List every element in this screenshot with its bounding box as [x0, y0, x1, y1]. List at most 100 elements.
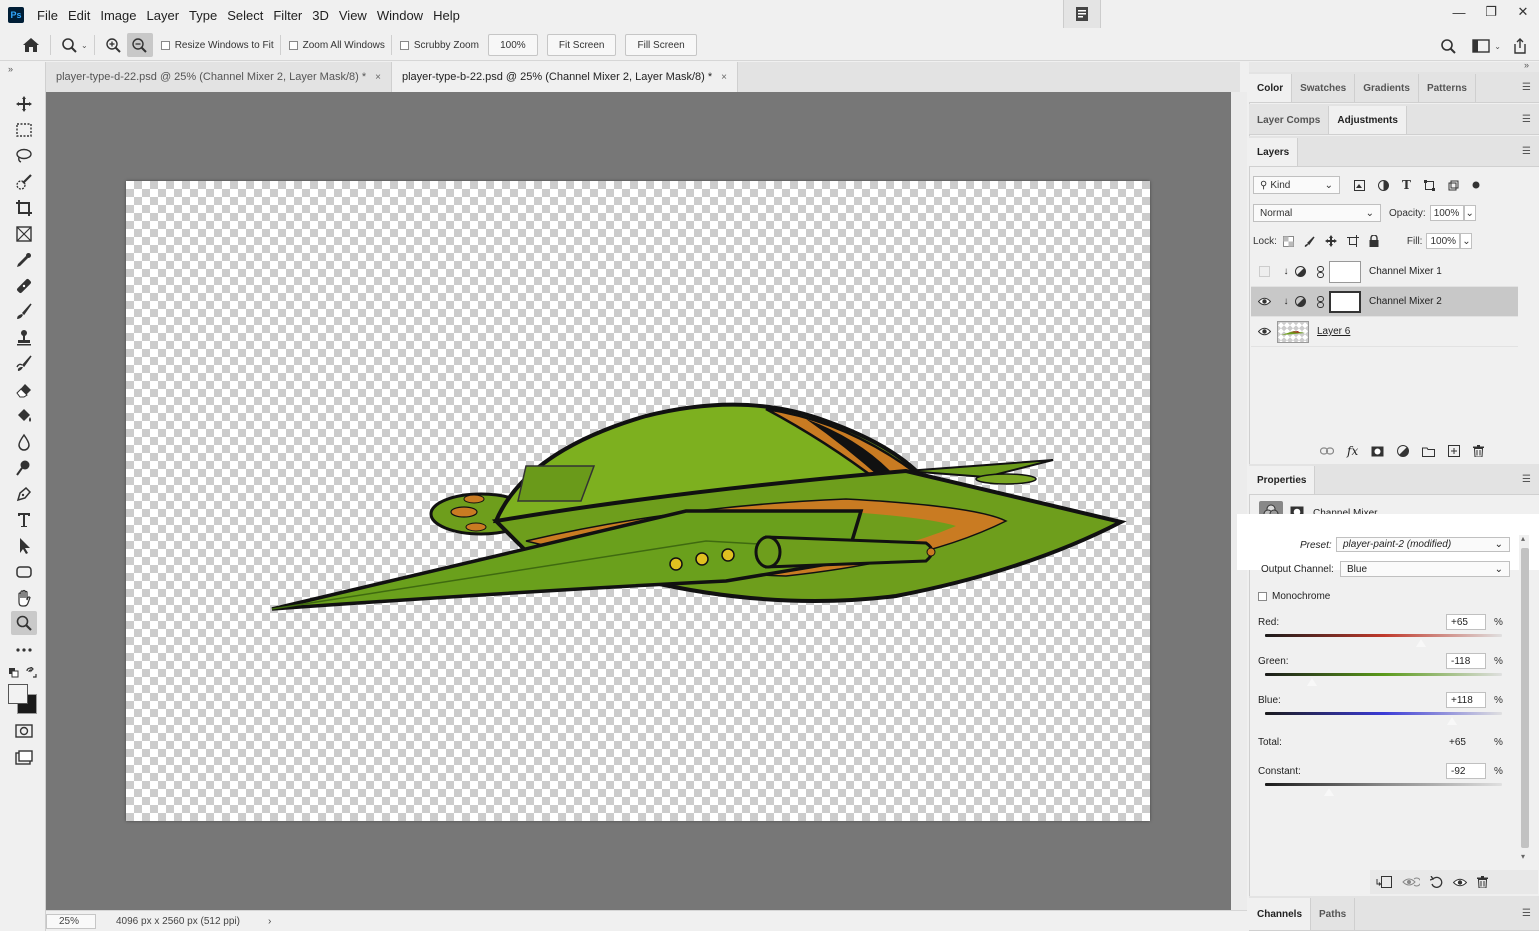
- foreground-color-swatch[interactable]: [8, 684, 28, 704]
- document-icon[interactable]: [1063, 0, 1101, 28]
- new-group-icon[interactable]: [1422, 446, 1436, 457]
- marquee-tool-icon[interactable]: [11, 118, 37, 142]
- panel-menu-icon[interactable]: ☰: [1522, 114, 1531, 125]
- checkbox-box[interactable]: [288, 40, 298, 50]
- shape-layer-filter-icon[interactable]: [1423, 179, 1435, 191]
- scrubby-zoom-checkbox[interactable]: Scrubby Zoom: [399, 40, 479, 51]
- fit-screen-button[interactable]: Fit Screen: [546, 34, 617, 56]
- layer-row-layer-6[interactable]: Layer 6: [1251, 317, 1518, 347]
- panel-menu-icon[interactable]: ☰: [1522, 82, 1531, 93]
- mask-link-icon[interactable]: [1317, 295, 1329, 308]
- lock-all-icon[interactable]: [1369, 235, 1379, 247]
- paint-bucket-tool-icon[interactable]: [11, 404, 37, 428]
- menu-filter[interactable]: Filter: [268, 8, 307, 23]
- pen-tool-icon[interactable]: [11, 482, 37, 506]
- clone-stamp-tool-icon[interactable]: [11, 326, 37, 350]
- fill-screen-button[interactable]: Fill Screen: [625, 34, 697, 56]
- mask-link-icon[interactable]: [1317, 265, 1329, 278]
- red-slider-thumb[interactable]: [1415, 638, 1428, 648]
- scroll-down-icon[interactable]: ▾: [1521, 852, 1525, 861]
- menu-window[interactable]: Window: [372, 8, 428, 23]
- tab-color[interactable]: Color: [1249, 74, 1293, 102]
- delete-layer-icon[interactable]: [1473, 445, 1485, 457]
- status-menu-arrow[interactable]: ›: [268, 916, 271, 927]
- tab-patterns[interactable]: Patterns: [1419, 74, 1476, 102]
- resize-windows-checkbox[interactable]: Resize Windows to Fit: [160, 40, 274, 51]
- green-slider-track[interactable]: [1265, 673, 1502, 676]
- clip-to-layer-icon[interactable]: [1376, 876, 1392, 888]
- pixel-layer-filter-icon[interactable]: [1354, 179, 1365, 191]
- fill-input[interactable]: 100%: [1426, 233, 1461, 249]
- blend-mode-dropdown[interactable]: Normal ⌄: [1253, 204, 1381, 222]
- search-icon[interactable]: [1436, 34, 1462, 58]
- reset-icon[interactable]: [1430, 876, 1443, 888]
- chevron-down-icon[interactable]: ⌄: [81, 41, 88, 50]
- new-adjustment-layer-icon[interactable]: [1397, 445, 1410, 457]
- chevron-down-icon[interactable]: ⌄: [1494, 42, 1501, 51]
- panel-menu-icon[interactable]: ☰: [1522, 908, 1531, 919]
- layer-mask-thumbnail[interactable]: [1329, 260, 1361, 283]
- lock-artboard-icon[interactable]: [1346, 235, 1359, 247]
- workspace-icon[interactable]: [1468, 34, 1494, 58]
- opacity-input[interactable]: 100%: [1429, 205, 1464, 221]
- green-slider-thumb[interactable]: [1306, 677, 1319, 687]
- tab-channels[interactable]: Channels: [1249, 898, 1312, 930]
- link-layers-icon[interactable]: [1320, 447, 1334, 455]
- tab-gradients[interactable]: Gradients: [1355, 74, 1419, 102]
- eye-icon[interactable]: [1251, 297, 1277, 306]
- lasso-tool-icon[interactable]: [11, 144, 37, 168]
- tab-swatches[interactable]: Swatches: [1292, 74, 1356, 102]
- healing-brush-tool-icon[interactable]: [11, 274, 37, 298]
- visibility-toggle-off[interactable]: [1251, 266, 1277, 277]
- zoom-in-icon[interactable]: [101, 33, 127, 57]
- quick-selection-tool-icon[interactable]: [11, 170, 37, 194]
- more-tools-icon[interactable]: [11, 638, 37, 662]
- filter-kind-dropdown[interactable]: ⚲ Kind ⌄: [1253, 176, 1340, 194]
- lock-pixels-icon[interactable]: [1304, 236, 1315, 247]
- tab-adjustments[interactable]: Adjustments: [1329, 106, 1407, 134]
- layer-row-channel-mixer-1[interactable]: ↓ Channel Mixer 1: [1251, 257, 1518, 287]
- properties-scrollbar-thumb[interactable]: [1521, 548, 1529, 848]
- menu-3d[interactable]: 3D: [307, 8, 334, 23]
- scroll-up-icon[interactable]: ▴: [1521, 534, 1525, 543]
- hand-tool-icon[interactable]: [11, 586, 37, 610]
- blue-slider-track[interactable]: [1265, 712, 1502, 715]
- red-slider-track[interactable]: [1265, 634, 1502, 637]
- menu-type[interactable]: Type: [184, 8, 222, 23]
- menu-layer[interactable]: Layer: [142, 8, 185, 23]
- menu-select[interactable]: Select: [222, 8, 268, 23]
- view-previous-state-icon[interactable]: [1402, 877, 1420, 887]
- toggle-visibility-icon[interactable]: [1453, 878, 1467, 887]
- green-value-input[interactable]: -118: [1446, 653, 1486, 669]
- minimize-button[interactable]: —: [1443, 0, 1475, 24]
- panel-collapse-strip[interactable]: »: [1249, 60, 1539, 72]
- document-canvas[interactable]: [126, 181, 1150, 821]
- tab-player-type-b[interactable]: player-type-b-22.psd @ 25% (Channel Mixe…: [391, 62, 738, 92]
- close-icon[interactable]: ×: [375, 72, 381, 83]
- menu-help[interactable]: Help: [428, 8, 465, 23]
- tab-player-type-d[interactable]: player-type-d-22.psd @ 25% (Channel Mixe…: [46, 62, 392, 92]
- constant-slider-thumb[interactable]: [1322, 787, 1335, 797]
- chevron-down-icon[interactable]: ⌄: [1460, 233, 1473, 249]
- blue-value-input[interactable]: +118: [1446, 692, 1486, 708]
- layer-mask-thumbnail[interactable]: [1329, 290, 1361, 313]
- preset-dropdown[interactable]: player-paint-2 (modified) ⌄: [1336, 537, 1510, 552]
- screen-mode-icon[interactable]: [11, 746, 37, 770]
- panel-menu-icon[interactable]: ☰: [1522, 146, 1531, 157]
- rectangle-tool-icon[interactable]: [11, 560, 37, 584]
- checkbox-box[interactable]: [160, 40, 170, 50]
- restore-button[interactable]: ❐: [1475, 0, 1507, 24]
- tab-paths[interactable]: Paths: [1311, 898, 1356, 930]
- history-brush-tool-icon[interactable]: [11, 352, 37, 376]
- frame-tool-icon[interactable]: [11, 222, 37, 246]
- eye-icon[interactable]: [1251, 327, 1277, 336]
- blur-tool-icon[interactable]: [11, 430, 37, 454]
- smart-object-filter-icon[interactable]: [1448, 180, 1459, 191]
- collapse-arrows-icon[interactable]: »: [1524, 60, 1529, 70]
- monochrome-checkbox[interactable]: Monochrome: [1258, 591, 1330, 602]
- layer-thumbnail[interactable]: [1277, 320, 1309, 343]
- zoom-tool-preset-icon[interactable]: [57, 33, 83, 57]
- panel-menu-icon[interactable]: ☰: [1522, 474, 1531, 485]
- eraser-tool-icon[interactable]: [11, 378, 37, 402]
- tab-properties[interactable]: Properties: [1249, 466, 1316, 494]
